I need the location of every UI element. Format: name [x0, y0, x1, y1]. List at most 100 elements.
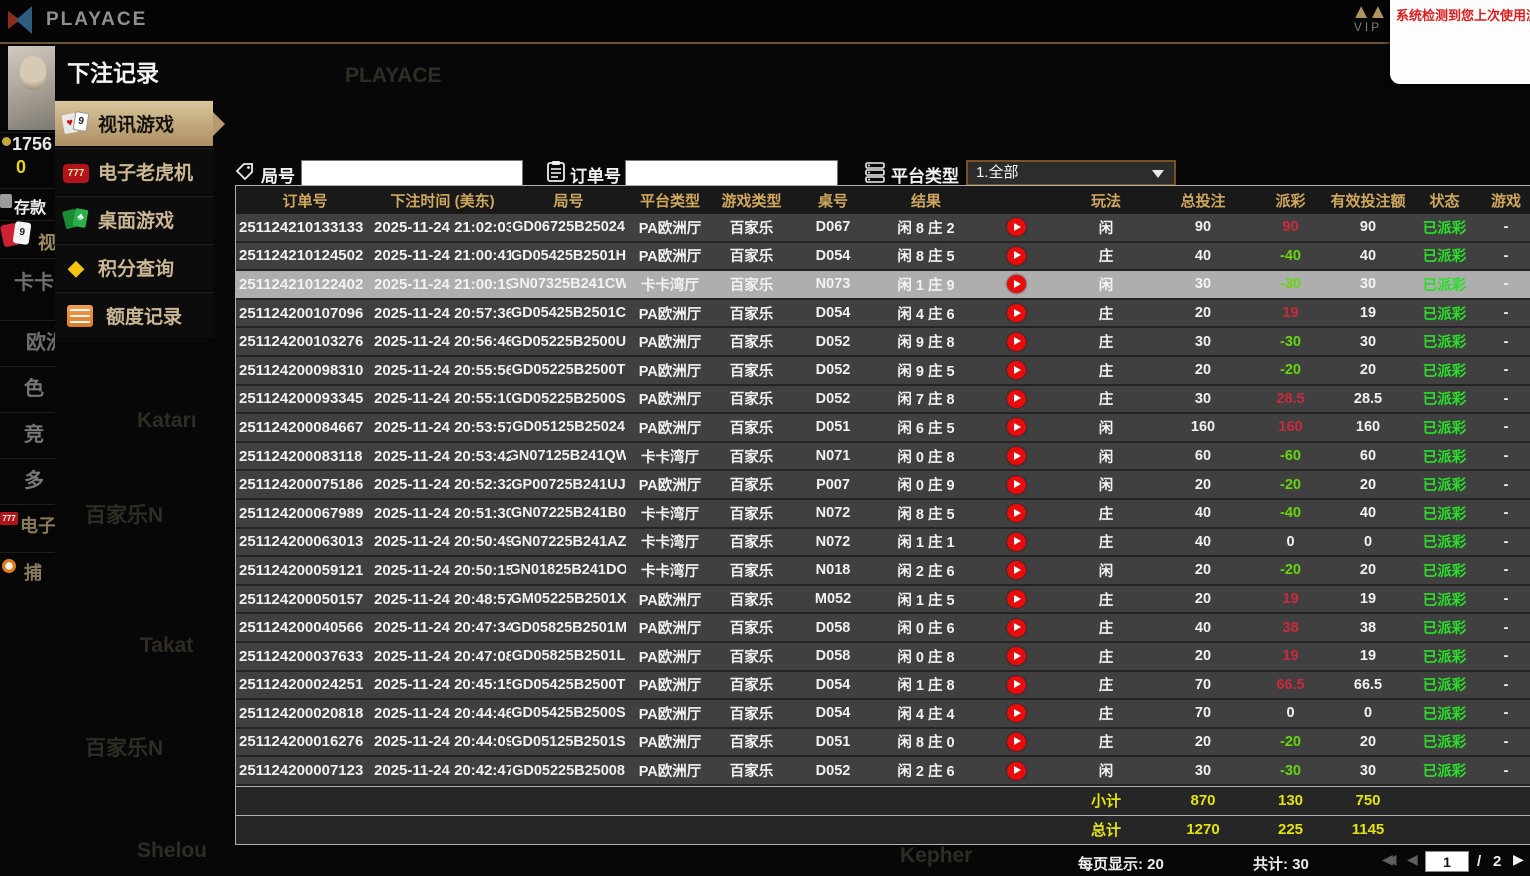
cell-payout: 38 — [1252, 614, 1329, 641]
lobby-tab-video[interactable]: 视 — [0, 229, 55, 255]
notice-text: 系统检测到您上次使用浏 — [1396, 5, 1530, 24]
cell-time: 2025-11-24 20:57:36 — [374, 300, 511, 327]
table-row[interactable]: 2511242001070962025-11-24 20:57:36GD0542… — [236, 300, 1530, 329]
cell-payout: -20 — [1252, 557, 1329, 584]
play-video-icon[interactable] — [1007, 247, 1026, 265]
sidebar-item-quota-records[interactable]: 额度记录 — [55, 292, 213, 338]
cell-status: 已派彩 — [1407, 672, 1482, 699]
cell-payout: 66.5 — [1252, 672, 1329, 699]
cell-time: 2025-11-24 20:55:56 — [374, 357, 511, 384]
play-video-icon[interactable] — [1007, 476, 1026, 494]
cell-status: 已派彩 — [1407, 214, 1482, 241]
play-video-icon[interactable] — [1007, 447, 1026, 465]
table-row[interactable]: 2511242000405662025-11-24 20:47:34GD0582… — [236, 614, 1530, 643]
subtotal-label: 小计 — [1058, 787, 1154, 815]
table-row[interactable]: 2511242001032762025-11-24 20:56:46GD0522… — [236, 328, 1530, 357]
play-video-icon[interactable] — [1007, 619, 1026, 637]
cell-time: 2025-11-24 20:53:42 — [374, 443, 511, 470]
table-row[interactable]: 2511242101245022025-11-24 21:00:41GD0542… — [236, 243, 1530, 272]
play-video-icon[interactable] — [1007, 361, 1026, 379]
cell-payout: 19 — [1252, 586, 1329, 613]
prev-page-icon[interactable] — [1407, 851, 1418, 868]
play-video-icon[interactable] — [1007, 733, 1026, 751]
cell-game_type: 百家乐 — [714, 471, 789, 498]
play-video-icon[interactable] — [1007, 590, 1026, 608]
play-video-icon[interactable] — [1007, 561, 1026, 579]
sidebar-item-points-query[interactable]: ◆ 积分查询 — [55, 244, 213, 290]
sidebar-item-slots[interactable]: 777 电子老虎机 — [55, 148, 213, 194]
play-video-icon[interactable] — [1007, 647, 1026, 665]
table-row[interactable]: 2511242000501572025-11-24 20:48:57GM0522… — [236, 586, 1530, 615]
table-row[interactable]: 2511242000162762025-11-24 20:44:09GD0512… — [236, 729, 1530, 758]
order-number-input[interactable] — [625, 160, 838, 186]
sidebar-item-table-games[interactable]: ♣ 桌面游戏 — [55, 196, 213, 242]
cell-table_no: D052 — [789, 357, 877, 384]
table-row[interactable]: 2511242000208182025-11-24 20:44:46GD0542… — [236, 700, 1530, 729]
cell-valid_bet: 19 — [1329, 586, 1407, 613]
play-video-icon[interactable] — [1007, 762, 1026, 780]
play-video-icon[interactable] — [1007, 533, 1026, 551]
page-number-input[interactable] — [1425, 851, 1469, 872]
play-video-icon[interactable] — [1007, 390, 1026, 408]
table-row[interactable]: 2511242000071232025-11-24 20:42:47GD0522… — [236, 757, 1530, 786]
cell-game_type: 百家乐 — [714, 614, 789, 641]
cell-game_type: 百家乐 — [714, 757, 789, 784]
next-page-icon[interactable] — [1513, 851, 1524, 868]
table-row[interactable]: 2511242000751862025-11-24 20:52:32GP0072… — [236, 471, 1530, 500]
cell-payout: 19 — [1252, 300, 1329, 327]
play-video-icon[interactable] — [1007, 333, 1026, 351]
cell-platform: PA欧洲厅 — [626, 357, 714, 384]
table-row[interactable]: 2511242000831182025-11-24 20:53:42GN0712… — [236, 443, 1530, 472]
deposit-button[interactable]: 存款 — [0, 194, 55, 218]
cell-play — [975, 586, 1058, 613]
play-video-icon[interactable] — [1007, 704, 1026, 722]
play-video-icon[interactable] — [1007, 418, 1026, 436]
table-row[interactable]: 2511242101331332025-11-24 21:02:03GD0672… — [236, 214, 1530, 243]
cell-time: 2025-11-24 20:48:57 — [374, 586, 511, 613]
table-row[interactable]: 2511242000983102025-11-24 20:55:56GD0522… — [236, 357, 1530, 386]
system-notice-popup[interactable]: 系统检测到您上次使用浏 — [1390, 0, 1530, 84]
play-video-icon[interactable] — [1007, 275, 1026, 293]
table-row[interactable]: 2511242000679892025-11-24 20:51:30GN0722… — [236, 500, 1530, 529]
table-row[interactable]: 2511242000846672025-11-24 20:53:57GD0512… — [236, 414, 1530, 443]
cell-valid_bet: 30 — [1329, 757, 1407, 784]
lobby-category-ouzhou[interactable]: 欧洲 — [0, 326, 55, 355]
table-row[interactable]: 2511242101224022025-11-24 21:00:19GN0732… — [236, 271, 1530, 300]
cell-result: 闲 2 庄 6 — [877, 557, 975, 584]
cell-status: 已派彩 — [1407, 271, 1482, 298]
cell-order: 251124200024251 — [236, 672, 374, 699]
per-page-label: 每页显示: 20 — [1078, 853, 1164, 874]
first-page-icon[interactable] — [1382, 851, 1390, 868]
cell-game_type: 百家乐 — [714, 700, 789, 727]
platform-type-dropdown[interactable]: 1.全部 — [966, 160, 1176, 186]
round-number-input[interactable] — [301, 160, 523, 186]
play-video-icon[interactable] — [1007, 504, 1026, 522]
play-video-icon[interactable] — [1007, 304, 1026, 322]
cell-order: 251124200083118 — [236, 443, 374, 470]
table-row[interactable]: 2511242000242512025-11-24 20:45:15GD0542… — [236, 672, 1530, 701]
lobby-category-bu[interactable]: 捕 — [0, 559, 55, 585]
cell-order: 251124210133133 — [236, 214, 374, 241]
subtotal-row: 小计870130750 — [236, 786, 1530, 815]
cell-game: - — [1482, 243, 1530, 270]
lobby-category-kaka[interactable]: 卡卡 — [0, 266, 55, 295]
lobby-category-duo[interactable]: 多 — [0, 464, 55, 493]
cell-platform: PA欧洲厅 — [626, 586, 714, 613]
lobby-category-se[interactable]: 色 — [0, 372, 55, 401]
cell-round: GD05125B2501S — [511, 729, 626, 756]
lobby-category-jing[interactable]: 竞 — [0, 418, 55, 447]
play-video-icon[interactable] — [1007, 218, 1026, 236]
total-count-label: 共计: 30 — [1253, 853, 1309, 874]
table-row[interactable]: 2511242000591212025-11-24 20:50:15GN0182… — [236, 557, 1530, 586]
play-video-icon[interactable] — [1007, 676, 1026, 694]
cell-valid_bet: 0 — [1329, 529, 1407, 556]
table-row[interactable]: 2511242000933452025-11-24 20:55:10GD0522… — [236, 386, 1530, 415]
cell-status: 已派彩 — [1407, 243, 1482, 270]
sidebar-item-video-games[interactable]: ♥9 视讯游戏 — [55, 100, 213, 146]
avatar[interactable] — [8, 46, 55, 130]
table-row[interactable]: 2511242000630132025-11-24 20:50:49GN0722… — [236, 529, 1530, 558]
cell-result: 闲 1 庄 5 — [877, 586, 975, 613]
lobby-category-dianzi[interactable]: 电子 — [0, 512, 55, 538]
table-row[interactable]: 2511242000376332025-11-24 20:47:08GD0582… — [236, 643, 1530, 672]
brand-logo: PLAYACE — [8, 6, 147, 34]
